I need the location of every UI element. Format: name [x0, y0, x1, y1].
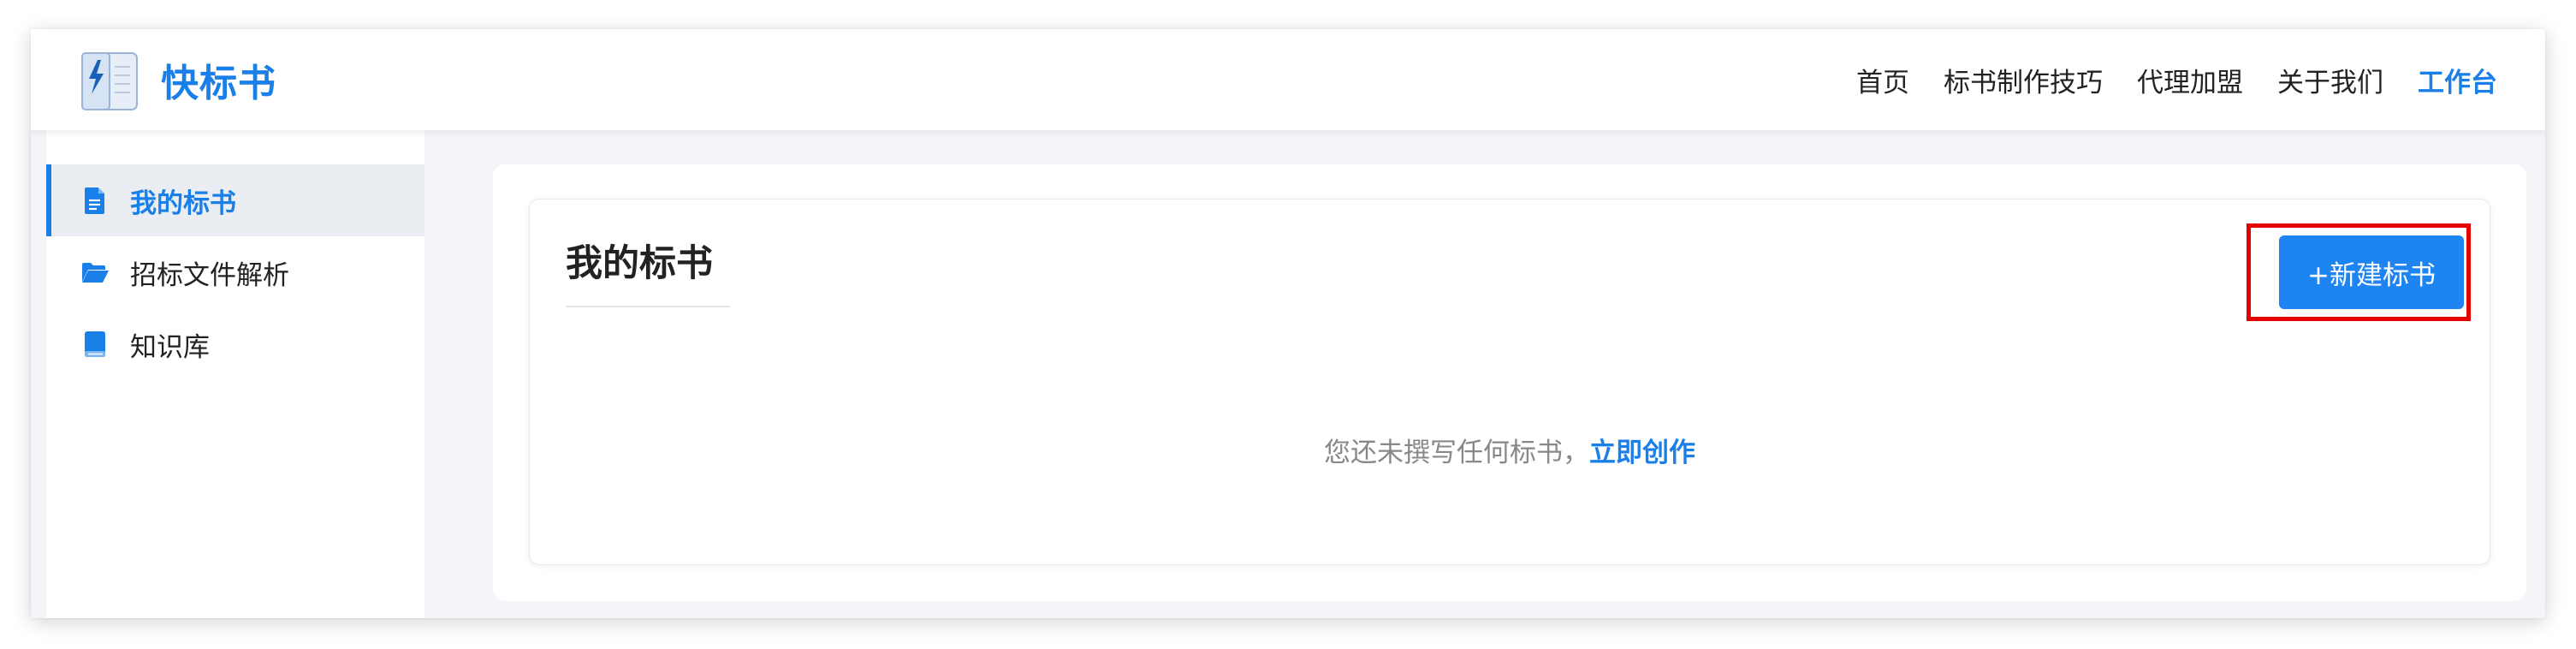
top-header: 快标书 首页 标书制作技巧 代理加盟 关于我们 工作台	[31, 29, 2545, 130]
page-title: 我的标书	[566, 242, 713, 285]
title-divider	[566, 306, 730, 307]
logo-text: 快标书	[161, 62, 276, 105]
nav-agency[interactable]: 代理加盟	[2137, 61, 2243, 99]
empty-state: 您还未撰写任何标书，立即创作	[530, 431, 2490, 469]
new-bid-button[interactable]: +新建标书	[2279, 235, 2464, 309]
main-content: 我的标书 +新建标书 您还未撰写任何标书，立即创作	[493, 164, 2526, 601]
sidebar-item-label: 我的标书	[130, 188, 236, 219]
nav-tips[interactable]: 标书制作技巧	[1944, 61, 2103, 99]
sidebar-item-tender-analysis[interactable]: 招标文件解析	[46, 236, 424, 308]
app-window: 快标书 首页 标书制作技巧 代理加盟 关于我们 工作台 我的标书 招标文件解析 …	[31, 29, 2545, 618]
book-icon	[85, 331, 105, 357]
document-icon	[85, 188, 104, 214]
sidebar-item-knowledge-base[interactable]: 知识库	[46, 308, 424, 380]
book-lightning-icon	[81, 52, 138, 110]
nav-home[interactable]: 首页	[1856, 61, 1909, 99]
create-now-link[interactable]: 立即创作	[1589, 438, 1695, 468]
sidebar-item-label: 知识库	[130, 331, 210, 363]
folder-open-icon	[82, 263, 109, 283]
sidebar-item-my-bids[interactable]: 我的标书	[46, 164, 424, 236]
sidebar: 我的标书 招标文件解析 知识库	[46, 130, 424, 618]
sidebar-item-label: 招标文件解析	[130, 259, 289, 291]
logo[interactable]: 快标书	[77, 41, 276, 118]
empty-state-text: 您还未撰写任何标书，	[1324, 438, 1589, 468]
top-nav: 首页 标书制作技巧 代理加盟 关于我们 工作台	[1856, 29, 2497, 130]
nav-workbench[interactable]: 工作台	[2418, 61, 2497, 99]
my-bids-panel: 我的标书 +新建标书 您还未撰写任何标书，立即创作	[529, 199, 2490, 565]
nav-about[interactable]: 关于我们	[2277, 61, 2383, 99]
